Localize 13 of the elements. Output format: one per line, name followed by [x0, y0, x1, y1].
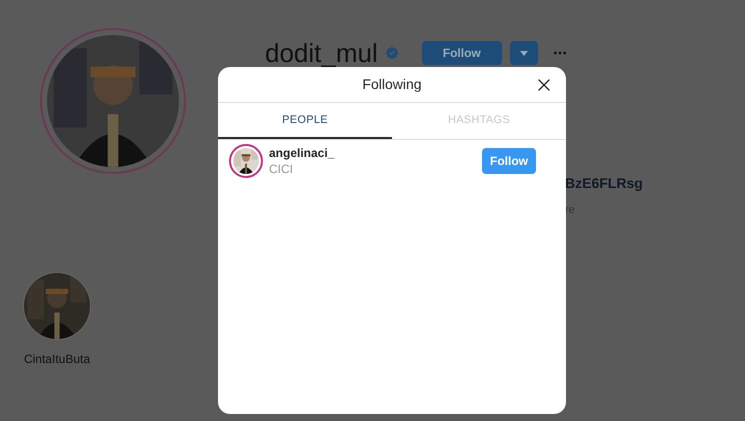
profile-text: BzE6FLRsg — [565, 174, 643, 193]
user-handle[interactable]: angelinaci_ — [269, 145, 482, 161]
profile-username: dodit_mul — [265, 38, 378, 68]
highlight-label: CintaItuButa — [24, 351, 90, 368]
tab[interactable]: PEOPLE — [218, 103, 392, 139]
dropdown-button[interactable] — [510, 41, 538, 65]
dialog-title: Following — [362, 75, 422, 94]
user-avatar[interactable] — [229, 144, 263, 178]
user-name: CICI — [269, 161, 294, 177]
follow-button[interactable]: Follow — [482, 148, 536, 174]
caret-icon — [520, 50, 528, 56]
follow-button[interactable]: Follow — [422, 41, 502, 65]
profile-avatar[interactable] — [40, 28, 186, 174]
